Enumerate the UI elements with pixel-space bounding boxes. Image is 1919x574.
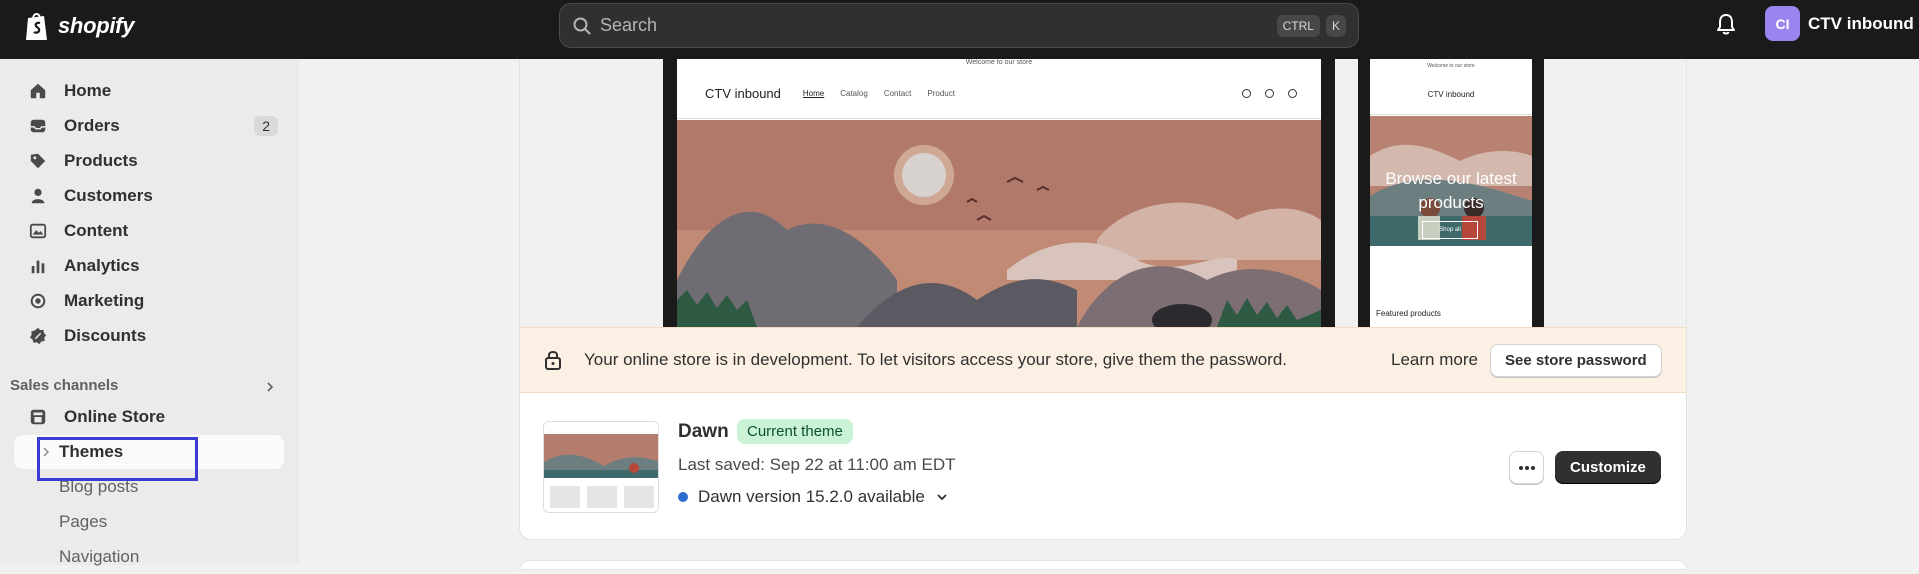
tag-icon: [28, 151, 48, 171]
notification-bell-icon[interactable]: [1715, 12, 1737, 36]
search-input[interactable]: Search CTRL K: [559, 3, 1359, 48]
ellipsis-icon: [1518, 465, 1535, 470]
bar-chart-icon: [28, 256, 48, 276]
sidebar-item-label: Online Store: [64, 407, 166, 426]
account-menu[interactable]: CI CTV inbound: [1765, 6, 1914, 41]
sidebar-item-customers[interactable]: Customers: [14, 179, 284, 213]
sidebar-item-pages[interactable]: Pages: [14, 505, 284, 539]
shortcut-key-ctrl: CTRL: [1276, 14, 1320, 37]
mobile-whitespace: [1370, 246, 1532, 306]
sidebar-item-label: Content: [64, 221, 129, 240]
sales-channels-heading: Sales channels: [10, 377, 119, 394]
search-icon: [573, 17, 591, 35]
mobile-header: CTV inbound: [1370, 75, 1532, 115]
desktop-screen: Welcome to our store CTV inbound Home Ca…: [677, 59, 1321, 327]
sidebar-item-label: Navigation: [59, 547, 140, 566]
image-icon: [28, 221, 48, 241]
hero-illustration: [677, 120, 1321, 327]
preview-header: CTV inbound Home Catalog Contact Product: [677, 69, 1321, 119]
chevron-down-icon: [937, 494, 947, 501]
mobile-hero-heading: Browse our latest products: [1385, 169, 1517, 212]
chevron-right-icon[interactable]: [264, 381, 276, 393]
store-icon: [28, 407, 48, 427]
learn-more-link[interactable]: Learn more: [1391, 350, 1478, 370]
sidebar-item-discounts[interactable]: Discounts: [14, 319, 284, 353]
preview-header-icons: [1242, 89, 1297, 98]
see-store-password-button[interactable]: See store password: [1490, 344, 1662, 377]
current-theme-badge: Current theme: [737, 419, 853, 444]
preview-nav-home: Home: [802, 89, 825, 98]
preview-nav-product: Product: [927, 89, 955, 98]
version-text: Dawn version 15.2.0 available: [698, 487, 925, 506]
development-banner: Your online store is in development. To …: [520, 327, 1686, 393]
sidebar: Home Orders 2 Products Customers Content…: [0, 59, 299, 566]
last-saved-text: Last saved: Sep 22 at 11:00 am EDT: [678, 455, 956, 474]
theme-thumbnail-image: [544, 422, 658, 512]
sidebar-item-orders[interactable]: Orders 2: [14, 109, 284, 143]
version-available[interactable]: Dawn version 15.2.0 available: [678, 487, 949, 507]
preview-announcement: Welcome to our store: [965, 59, 1033, 66]
sidebar-item-label: Orders: [64, 116, 120, 135]
discount-icon: [28, 326, 48, 346]
banner-message: Your online store is in development. To …: [584, 350, 1288, 369]
customize-button[interactable]: Customize: [1555, 451, 1661, 484]
sidebar-item-label: Analytics: [64, 256, 140, 275]
sidebar-item-label: Discounts: [64, 326, 147, 345]
top-bar: shopify Search CTRL K CI CTV inbound: [0, 0, 1919, 59]
update-dot-icon: [678, 492, 688, 502]
sidebar-item-label: Marketing: [64, 291, 145, 310]
mobile-preview[interactable]: Welcome to our store CTV inbound Browse …: [1358, 59, 1544, 327]
avatar: CI: [1765, 6, 1800, 41]
sidebar-item-label: Pages: [59, 512, 108, 531]
shopify-bag-icon: [26, 13, 47, 40]
search-placeholder: Search: [600, 15, 658, 35]
theme-preview: Welcome to our store CTV inbound Home Ca…: [520, 59, 1686, 327]
theme-thumbnail[interactable]: [543, 421, 659, 513]
home-icon: [28, 81, 48, 101]
mobile-shop-all-button: Shop all: [1422, 221, 1478, 239]
sidebar-item-label: Products: [64, 151, 138, 170]
next-card-edge: [519, 560, 1687, 570]
account-name: CTV inbound: [1808, 13, 1914, 33]
orders-count-badge: 2: [254, 116, 278, 136]
theme-name: Dawn: [678, 421, 729, 442]
logo-wordmark: shopify: [58, 13, 135, 38]
preview-nav-contact: Contact: [883, 89, 912, 98]
sidebar-item-home[interactable]: Home: [14, 74, 284, 108]
target-icon: [28, 291, 48, 311]
sidebar-item-label: Home: [64, 81, 112, 100]
lock-icon: [545, 351, 561, 370]
sidebar-item-label: Customers: [64, 186, 153, 205]
mobile-announcement: Welcome to our store: [1427, 63, 1475, 69]
preview-nav-catalog: Catalog: [840, 89, 868, 98]
sidebar-item-analytics[interactable]: Analytics: [14, 249, 284, 283]
orders-icon: [28, 116, 48, 136]
shortcut-key-k: K: [1325, 14, 1346, 37]
mobile-screen: Welcome to our store CTV inbound Browse …: [1370, 59, 1532, 327]
sidebar-item-navigation[interactable]: Navigation: [14, 540, 284, 574]
sidebar-item-products[interactable]: Products: [14, 144, 284, 178]
shopify-logo[interactable]: shopify: [24, 10, 134, 42]
desktop-preview[interactable]: Welcome to our store CTV inbound Home Ca…: [663, 59, 1335, 327]
sidebar-item-marketing[interactable]: Marketing: [14, 284, 284, 318]
theme-card: Welcome to our store CTV inbound Home Ca…: [519, 59, 1687, 540]
sidebar-item-online-store[interactable]: Online Store: [14, 400, 284, 434]
mobile-store-name: CTV inbound: [1427, 90, 1475, 99]
preview-store-name: CTV inbound: [705, 86, 781, 101]
person-icon: [28, 186, 48, 206]
sidebar-item-content[interactable]: Content: [14, 214, 284, 248]
more-actions-button[interactable]: [1509, 451, 1544, 484]
selection-highlight: [37, 437, 198, 481]
mobile-featured-heading: Featured products: [1376, 309, 1441, 318]
